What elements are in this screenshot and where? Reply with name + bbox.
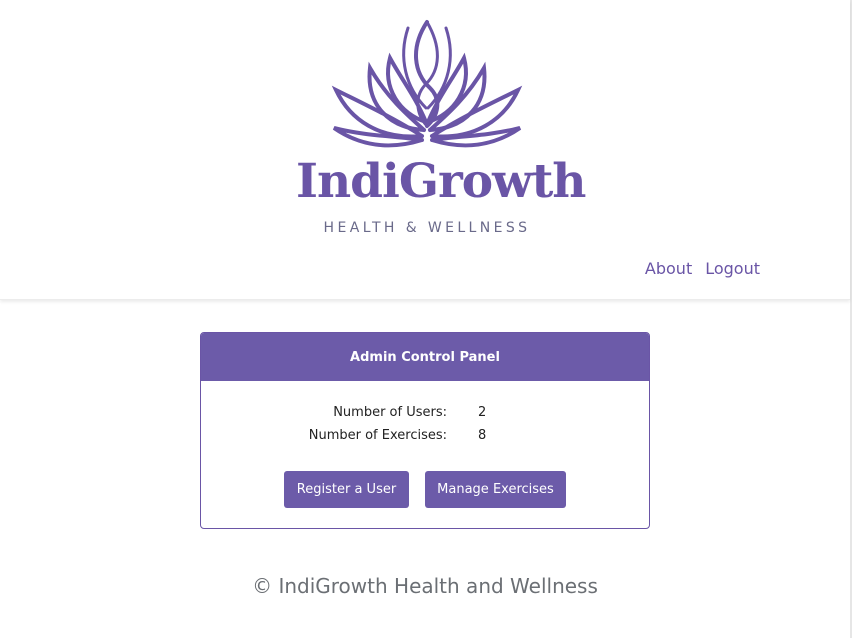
brand-name: IndiGrowth <box>296 154 586 209</box>
stat-row-users: Number of Users: 2 <box>201 403 649 426</box>
admin-control-panel: Admin Control Panel Number of Users: 2 N… <box>200 332 650 529</box>
panel-title: Admin Control Panel <box>201 333 649 381</box>
page: IndiGrowth HEALTH & WELLNESS About Logou… <box>0 0 852 638</box>
footer-copyright: © IndiGrowth Health and Wellness <box>252 574 598 598</box>
stat-value: 8 <box>478 428 487 443</box>
nav-logout-link[interactable]: Logout <box>705 259 760 278</box>
nav-about-link[interactable]: About <box>645 259 692 278</box>
top-nav: About Logout <box>645 259 760 278</box>
site-header: IndiGrowth HEALTH & WELLNESS About Logou… <box>0 0 850 300</box>
stat-label: Number of Users: <box>333 405 447 420</box>
manage-exercises-button[interactable]: Manage Exercises <box>425 471 566 508</box>
stat-label: Number of Exercises: <box>308 428 447 443</box>
stat-value: 2 <box>478 405 487 420</box>
register-user-button[interactable]: Register a User <box>284 471 409 508</box>
brand-tagline: HEALTH & WELLNESS <box>323 220 531 236</box>
stats-list: Number of Users: 2 Number of Exercises: … <box>201 403 649 449</box>
stat-row-exercises: Number of Exercises: 8 <box>201 426 649 449</box>
lotus-icon <box>331 20 523 148</box>
brand-logo[interactable]: IndiGrowth HEALTH & WELLNESS <box>296 18 586 240</box>
